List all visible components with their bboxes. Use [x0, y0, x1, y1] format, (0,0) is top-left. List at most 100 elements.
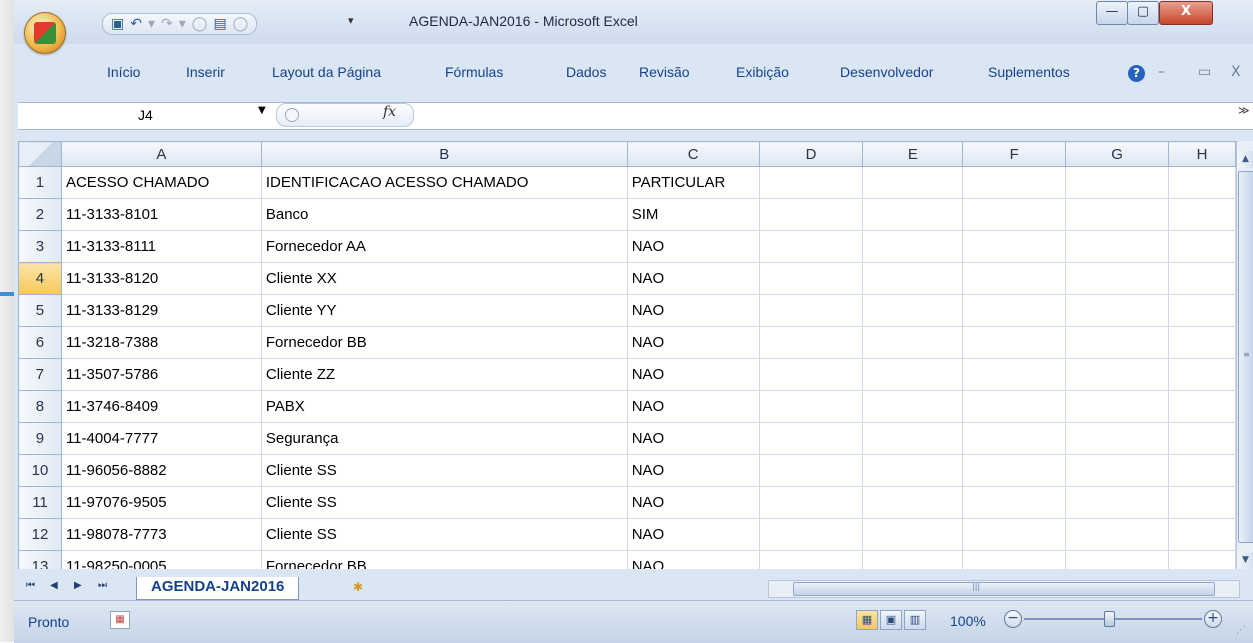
cell-c[interactable]: PARTICULAR [626, 166, 760, 199]
row-header[interactable]: 6 [18, 326, 62, 359]
empty-cell[interactable] [1168, 550, 1236, 569]
insert-sheet-icon[interactable]: ✱ [353, 580, 377, 596]
empty-cell[interactable] [1065, 390, 1169, 423]
name-box[interactable]: J4 [18, 103, 258, 129]
cell-a[interactable]: 11-3133-8129 [60, 294, 262, 327]
cell-c[interactable]: NAO [626, 262, 760, 295]
empty-cell[interactable] [1065, 422, 1169, 455]
empty-cell[interactable] [758, 230, 864, 263]
expand-formula-icon[interactable]: ≫ [1238, 104, 1252, 124]
empty-cell[interactable] [758, 262, 864, 295]
minimize-button[interactable]: — [1096, 1, 1128, 25]
cell-b[interactable]: Cliente SS [260, 486, 628, 519]
cell-c[interactable]: NAO [626, 326, 760, 359]
row-header[interactable]: 12 [18, 518, 62, 551]
cell-b[interactable]: PABX [260, 390, 628, 423]
cell-a[interactable]: 11-98078-7773 [60, 518, 262, 551]
zoom-out-button[interactable]: − [1004, 610, 1022, 628]
cell-c[interactable]: NAO [626, 230, 760, 263]
column-header-f[interactable]: F [962, 141, 1067, 167]
column-header-d[interactable]: D [758, 141, 864, 167]
row-header[interactable]: 11 [18, 486, 62, 519]
empty-cell[interactable] [758, 486, 864, 519]
column-header-h[interactable]: H [1168, 141, 1236, 167]
empty-cell[interactable] [758, 454, 864, 487]
row-header[interactable]: 13 [18, 550, 62, 569]
empty-cell[interactable] [962, 390, 1067, 423]
column-header-e[interactable]: E [862, 141, 964, 167]
row-header[interactable]: 5 [18, 294, 62, 327]
column-header-c[interactable]: C [626, 141, 760, 167]
cell-a[interactable]: 11-98250-0005 [60, 550, 262, 569]
row-header[interactable]: 3 [18, 230, 62, 263]
empty-cell[interactable] [758, 390, 864, 423]
horizontal-scroll-thumb[interactable]: ||| [793, 582, 1215, 596]
empty-cell[interactable] [1065, 230, 1169, 263]
row-header[interactable]: 8 [18, 390, 62, 423]
tab-desenvolvedor[interactable]: Desenvolvedor [840, 64, 933, 80]
cell-b[interactable]: Cliente ZZ [260, 358, 628, 391]
empty-cell[interactable] [962, 358, 1067, 391]
qat-customize-dropdown[interactable]: ▾ [348, 14, 354, 27]
cancel-formula-icon[interactable] [285, 108, 299, 122]
empty-cell[interactable] [758, 294, 864, 327]
empty-cell[interactable] [962, 230, 1067, 263]
cell-c[interactable]: NAO [626, 550, 760, 569]
cell-b[interactable]: Segurança [260, 422, 628, 455]
empty-cell[interactable] [1065, 550, 1169, 569]
empty-cell[interactable] [862, 486, 964, 519]
undo-icon[interactable]: ↶ [130, 14, 142, 34]
tab-inserir[interactable]: Inserir [186, 64, 225, 80]
tab-formulas[interactable]: Fórmulas [445, 64, 503, 80]
cell-b[interactable]: Cliente YY [260, 294, 628, 327]
cell-b[interactable]: Cliente SS [260, 518, 628, 551]
close-button[interactable]: X [1159, 1, 1213, 25]
empty-cell[interactable] [1065, 518, 1169, 551]
empty-cell[interactable] [1168, 518, 1236, 551]
row-header[interactable]: 2 [18, 198, 62, 231]
cell-b[interactable]: Fornecedor AA [260, 230, 628, 263]
ribbon-minimize-icon[interactable]: – [1158, 64, 1165, 80]
cell-b[interactable]: Fornecedor BB [260, 326, 628, 359]
office-button[interactable] [24, 12, 66, 54]
empty-cell[interactable] [862, 358, 964, 391]
tab-dados[interactable]: Dados [566, 64, 606, 80]
zoom-in-button[interactable]: + [1204, 610, 1222, 628]
cell-a[interactable]: 11-3133-8120 [60, 262, 262, 295]
row-header[interactable]: 9 [18, 422, 62, 455]
cell-b[interactable]: Cliente SS [260, 454, 628, 487]
empty-cell[interactable] [1065, 326, 1169, 359]
empty-cell[interactable] [1065, 486, 1169, 519]
undo-dropdown-icon[interactable]: ▾ [148, 14, 155, 34]
column-header-b[interactable]: B [260, 141, 628, 167]
sheet-tab-agenda-jan2016[interactable]: AGENDA-JAN2016 [136, 577, 300, 600]
empty-cell[interactable] [862, 454, 964, 487]
empty-cell[interactable] [1168, 390, 1236, 423]
empty-cell[interactable] [1065, 358, 1169, 391]
cell-b[interactable]: Cliente XX [260, 262, 628, 295]
empty-cell[interactable] [1168, 230, 1236, 263]
cell-b[interactable]: IDENTIFICACAO ACESSO CHAMADO [260, 166, 628, 199]
empty-cell[interactable] [862, 198, 964, 231]
empty-cell[interactable] [758, 422, 864, 455]
row-header[interactable]: 4 [18, 262, 62, 295]
cell-c[interactable]: NAO [626, 358, 760, 391]
redo-icon[interactable]: ↷ [161, 14, 173, 34]
empty-cell[interactable] [962, 550, 1067, 569]
empty-cell[interactable] [962, 198, 1067, 231]
next-sheet-icon[interactable]: ▶ [74, 580, 82, 591]
prev-sheet-icon[interactable]: ◀ [50, 580, 58, 591]
empty-cell[interactable] [1168, 294, 1236, 327]
last-sheet-icon[interactable]: ⏭ [98, 580, 107, 591]
first-sheet-icon[interactable]: ⏮ [26, 580, 35, 591]
cell-a[interactable]: 11-3746-8409 [60, 390, 262, 423]
scroll-down-icon[interactable]: ▼ [1237, 552, 1253, 569]
row-header[interactable]: 7 [18, 358, 62, 391]
empty-cell[interactable] [1168, 166, 1236, 199]
empty-cell[interactable] [758, 518, 864, 551]
empty-cell[interactable] [1168, 422, 1236, 455]
cell-c[interactable]: NAO [626, 486, 760, 519]
cell-b[interactable]: Banco [260, 198, 628, 231]
cell-a[interactable]: 11-3133-8101 [60, 198, 262, 231]
maximize-button[interactable]: ▢ [1127, 1, 1159, 25]
